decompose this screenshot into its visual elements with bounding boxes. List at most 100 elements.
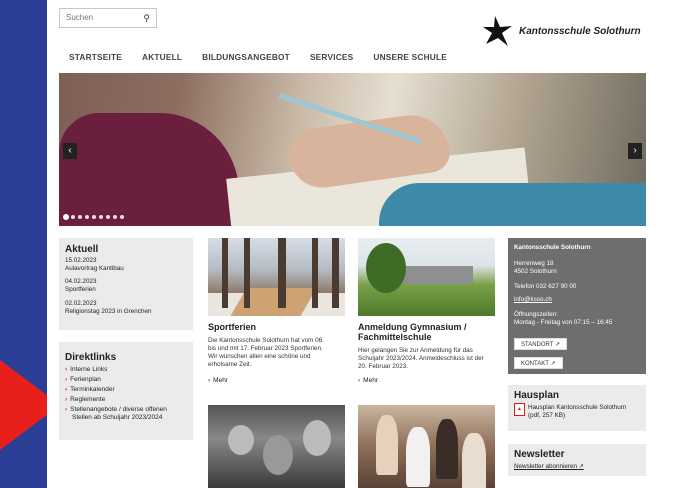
anmeldung-image[interactable] — [358, 238, 495, 316]
direktlink-stellenangebote[interactable]: › Stellenangebote / diverse offenen Stelle… — [65, 406, 167, 422]
search-icon[interactable]: ⚲ — [143, 13, 150, 24]
search-input[interactable] — [66, 13, 136, 22]
hausplan-link[interactable]: Hausplan Kantonsschule Solothurn (pdf, 2… — [528, 404, 640, 420]
sportferien-image[interactable] — [208, 238, 345, 316]
contact-email-link[interactable]: info@ksso.ch — [514, 296, 552, 304]
direktlink-label: Terminkalender — [70, 386, 115, 393]
newsletter-link-label: Newsletter abonnieren — [514, 463, 578, 470]
external-link-icon: ↗ — [555, 342, 561, 348]
contact-title: Kantonsschule Solothurn — [514, 244, 591, 251]
news-date: 02.02.2023 — [65, 300, 97, 307]
news-text[interactable]: Religionstag 2023 in Grenchen — [65, 308, 151, 316]
kontakt-button[interactable]: KONTAKT ↗ — [514, 357, 563, 369]
card-text: Die Kantonsschule Solothurn hat vom 06. … — [208, 337, 324, 369]
nav-bildungsangebot[interactable]: BILDUNGSANGEBOT — [202, 52, 290, 62]
news-date: 04.02.2023 — [65, 278, 97, 285]
standort-button[interactable]: STANDORT ↗ — [514, 338, 568, 350]
image-part — [376, 415, 398, 475]
external-link-icon: ↗ — [578, 464, 584, 470]
carousel-dot[interactable] — [64, 215, 68, 219]
contact-hours-label: Öffnungszeiten: — [514, 311, 558, 318]
hero-carousel[interactable]: ‹ › — [59, 73, 646, 226]
carousel-dot[interactable] — [85, 215, 89, 219]
newsletter-title: Newsletter — [514, 449, 565, 460]
hero-image-part — [379, 183, 646, 226]
image-part — [303, 420, 331, 456]
nav-aktuell[interactable]: AKTUELL — [142, 52, 182, 62]
card-title-line: Anmeldung Gymnasium / — [358, 322, 467, 332]
contact-city: 4502 Solothurn — [514, 268, 557, 275]
chevron-right-icon: › — [65, 406, 68, 413]
brand-name[interactable]: Kantonsschule Solothurn — [519, 26, 641, 37]
card-text-line: erholsame Zeit. — [208, 361, 252, 368]
carousel-dot[interactable] — [71, 215, 75, 219]
card-text-line: Schuljahr 2023/2024. Anmeldeschluss ist … — [358, 355, 484, 362]
chevron-right-icon: › — [208, 377, 211, 384]
card-title[interactable]: Anmeldung Gymnasium / Fachmittelschule — [358, 322, 467, 342]
nav-unsere-schule[interactable]: UNSERE SCHULE — [373, 52, 447, 62]
carousel-dot[interactable] — [78, 215, 82, 219]
page: ⚲ Kantonsschule Solothurn STARTSEITE AKT… — [47, 0, 689, 488]
news-date: 15.02.2023 — [65, 257, 97, 264]
image-part — [462, 433, 486, 488]
contact-box: Kantonsschule Solothurn Herrenweg 18 450… — [508, 238, 646, 374]
chevron-right-icon: › — [65, 366, 68, 373]
direktlink-interne-links[interactable]: › Interne Links — [65, 366, 107, 374]
nav-startseite[interactable]: STARTSEITE — [69, 52, 122, 62]
direktlink-label: Reglemente — [70, 396, 106, 403]
more-link[interactable]: › Mehr — [358, 377, 378, 384]
chevron-right-icon: › — [65, 376, 68, 383]
news-text[interactable]: Sportferien — [65, 286, 97, 294]
more-label: Mehr — [213, 377, 228, 384]
nav-services[interactable]: SERVICES — [310, 52, 353, 62]
carousel-dot[interactable] — [99, 215, 103, 219]
direktlink-label: Interne Links — [70, 366, 108, 373]
image-part — [222, 238, 228, 308]
more-label: Mehr — [363, 377, 378, 384]
image-part — [228, 425, 254, 455]
newsletter-subscribe-link[interactable]: Newsletter abonnieren ↗ — [514, 463, 584, 470]
direktlink-reglemente[interactable]: › Reglemente — [65, 396, 105, 404]
image-part — [403, 266, 473, 284]
search-box[interactable]: ⚲ — [59, 8, 157, 28]
school-logo-icon[interactable] — [481, 14, 515, 48]
card-title-line: Fachmittelschule — [358, 332, 432, 342]
image-part — [366, 243, 406, 293]
direktlinks-title: Direktlinks — [65, 352, 117, 363]
card-text-line: bis und mit 17. Februar 2023 Sportferien… — [208, 345, 323, 352]
news-item[interactable]: 02.02.2023 Religionstag 2023 in Grenchen — [65, 300, 151, 316]
image-part — [244, 238, 250, 308]
news-item[interactable]: 04.02.2023 Sportferien — [65, 278, 97, 294]
students-photo-image[interactable] — [358, 405, 495, 488]
carousel-dot[interactable] — [120, 215, 124, 219]
hausplan-link-text: Hausplan Kantonsschule Solothurn — [528, 404, 627, 411]
hausplan-file-meta: (pdf, 257 KB) — [528, 412, 566, 419]
card-text-line: 20. Februar 2023. — [358, 363, 409, 370]
card-title[interactable]: Sportferien — [208, 322, 256, 332]
image-part — [436, 419, 458, 479]
direktlink-ferienplan[interactable]: › Ferienplan — [65, 376, 101, 384]
hero-image-part — [59, 113, 239, 226]
button-label: STANDORT — [521, 342, 554, 348]
news-item[interactable]: 15.02.2023 Aulavortrag Kantibau — [65, 257, 124, 273]
carousel-prev-button[interactable]: ‹ — [63, 143, 77, 159]
direktlink-terminkalender[interactable]: › Terminkalender — [65, 386, 115, 394]
pdf-icon[interactable]: ▲ — [514, 403, 525, 416]
carousel-dot[interactable] — [113, 215, 117, 219]
direktlinks-box: Direktlinks › Interne Links › Ferienplan ›… — [59, 342, 193, 440]
image-part — [278, 238, 286, 308]
button-label: KONTAKT — [521, 361, 549, 367]
image-part — [332, 238, 339, 308]
hausplan-box: Hausplan ▲ Hausplan Kantonsschule Soloth… — [508, 385, 646, 431]
carousel-next-button[interactable]: › — [628, 143, 642, 159]
carousel-dots — [64, 215, 124, 219]
carousel-dot[interactable] — [92, 215, 96, 219]
news-text[interactable]: Aulavortrag Kantibau — [65, 265, 124, 273]
contact-phone[interactable]: Telefon 032 627 90 00 — [514, 283, 576, 291]
more-link[interactable]: › Mehr — [208, 377, 228, 384]
card-text: Hier gelangen Sie zur Anmeldung für das … — [358, 347, 484, 371]
historic-photo-image[interactable] — [208, 405, 345, 488]
chevron-right-icon: › — [65, 396, 68, 403]
carousel-dot[interactable] — [106, 215, 110, 219]
aktuell-title: Aktuell — [65, 244, 99, 255]
